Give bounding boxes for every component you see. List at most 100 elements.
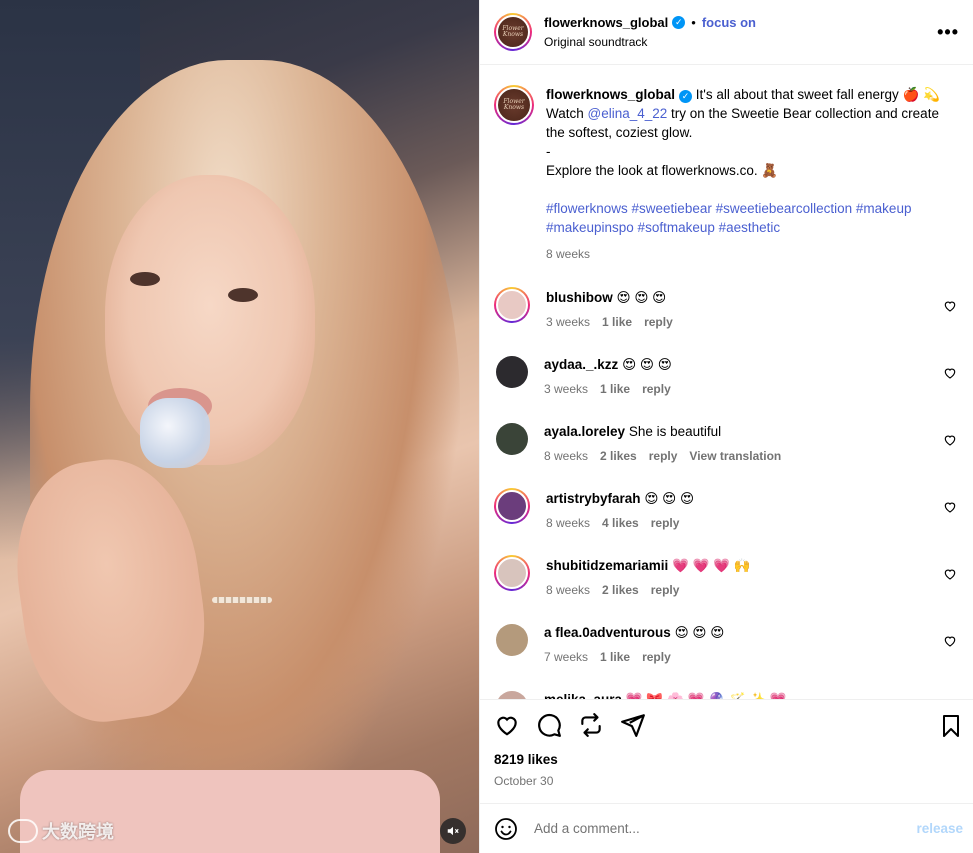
- video-subject-eye: [228, 288, 258, 302]
- video-subject-necklace: [212, 597, 272, 603]
- comment-likes-count[interactable]: 1 like: [600, 650, 630, 664]
- caption-username[interactable]: flowerknows_global: [546, 87, 675, 102]
- comment-text: 💗 🎀 🌸 💗 🔮 🪄 ✨ 💗: [626, 692, 787, 699]
- video-subject-eye: [130, 272, 160, 286]
- video-subject-face: [105, 175, 315, 465]
- caption-timestamp[interactable]: 8 weeks: [546, 245, 956, 264]
- post-date: October 30: [494, 774, 554, 788]
- comment-like-heart-icon[interactable]: [943, 634, 957, 648]
- comment-row: blushibow 😍 😍 😍 3 weeks 1 like reply: [494, 272, 959, 339]
- comment-text: She is beautiful: [628, 424, 722, 439]
- comment-timestamp[interactable]: 8 weeks: [544, 449, 588, 463]
- watermark: 大数跨境: [8, 818, 114, 844]
- comment-timestamp[interactable]: 8 weeks: [546, 583, 590, 597]
- audio-link[interactable]: Original soundtrack: [544, 35, 756, 49]
- comment-timestamp[interactable]: 7 weeks: [544, 650, 588, 664]
- comment-bubble-icon[interactable]: [536, 712, 562, 738]
- save-bookmark-icon[interactable]: [939, 714, 963, 738]
- caption-separator: -: [546, 144, 551, 159]
- commenter-avatar[interactable]: [496, 356, 528, 388]
- comment-like-heart-icon[interactable]: [943, 299, 957, 313]
- comment-like-heart-icon[interactable]: [943, 433, 957, 447]
- comment-text: 😍 😍 😍: [674, 625, 725, 640]
- comment-username[interactable]: melika_aura: [544, 692, 622, 699]
- caption-text: It's all about that sweet fall energy 🍎 …: [692, 87, 940, 102]
- comment-username[interactable]: aydaa._.kzz: [544, 357, 618, 372]
- repost-icon[interactable]: [578, 712, 604, 738]
- watermark-logo-icon: [8, 819, 38, 843]
- comment-likes-count[interactable]: 4 likes: [602, 516, 639, 530]
- caption-text: Explore the look at flowerknows.co. 🧸: [546, 163, 779, 178]
- emoji-picker-icon[interactable]: [494, 817, 518, 841]
- comment-username[interactable]: a flea.0adventurous: [544, 625, 671, 640]
- hashtags[interactable]: #makeupinspo #softmakeup #aesthetic: [546, 218, 956, 237]
- comment-likes-count[interactable]: 2 likes: [600, 449, 637, 463]
- commenter-avatar[interactable]: [496, 624, 528, 656]
- comment-reply-button[interactable]: reply: [642, 650, 671, 664]
- caption-author-avatar[interactable]: Flower Knows: [494, 85, 534, 125]
- comment-row: shubitidzemariamii 💗 💗 💗 🙌 8 weeks 2 likes…: [494, 540, 959, 607]
- separator-dot: •: [691, 15, 696, 30]
- comment-username[interactable]: blushibow: [546, 290, 613, 305]
- verified-badge-icon: ✓: [672, 16, 686, 29]
- comment-like-heart-icon[interactable]: [943, 567, 957, 581]
- comment-timestamp[interactable]: 3 weeks: [544, 382, 588, 396]
- speaker-muted-icon: [447, 826, 459, 836]
- commenter-avatar[interactable]: [496, 423, 528, 455]
- comment-timestamp[interactable]: 3 weeks: [546, 315, 590, 329]
- comment-reply-button[interactable]: reply: [651, 516, 680, 530]
- avatar-logo-text: Flower Knows: [503, 98, 525, 111]
- comment-text: 😍 😍 😍: [622, 357, 672, 372]
- comment-text: 💗 💗 💗 🙌: [672, 558, 751, 573]
- post-viewer: 大数跨境 Flower Knows flowerknows_global ✓ •…: [0, 0, 973, 853]
- post-header: Flower Knows flowerknows_global ✓ • focu…: [480, 0, 973, 65]
- comment-row: aydaa._.kzz 😍 😍 😍 3 weeks 1 like reply: [494, 339, 959, 406]
- comments-list[interactable]: Flower Knows flowerknows_global ✓ It's al…: [480, 65, 973, 699]
- comment-timestamp[interactable]: 8 weeks: [546, 516, 590, 530]
- comment-likes-count[interactable]: 1 like: [600, 382, 630, 396]
- view-translation-button[interactable]: View translation: [689, 449, 781, 463]
- post-details-panel: Flower Knows flowerknows_global ✓ • focu…: [479, 0, 973, 853]
- comment-username[interactable]: artistrybyfarah: [546, 491, 641, 506]
- author-avatar[interactable]: Flower Knows: [494, 13, 532, 51]
- avatar-logo-text: Flower Knows: [502, 25, 524, 38]
- more-options-button[interactable]: •••: [937, 22, 959, 43]
- comment-text: 😍 😍 😍: [644, 491, 695, 506]
- hashtags[interactable]: #flowerknows #sweetiebear #sweetiebearco…: [546, 199, 956, 218]
- likes-count[interactable]: 8219 likes: [494, 752, 959, 767]
- caption-text: Watch: [546, 106, 588, 121]
- commenter-avatar[interactable]: [494, 287, 530, 323]
- author-username[interactable]: flowerknows_global: [544, 15, 668, 30]
- share-send-icon[interactable]: [620, 712, 646, 738]
- comment-like-heart-icon[interactable]: [943, 500, 957, 514]
- commenter-avatar[interactable]: [496, 691, 528, 699]
- comment-row: melika_aura 💗 🎀 🌸 💗 🔮 🪄 ✨ 💗: [494, 674, 959, 699]
- comment-likes-count[interactable]: 1 like: [602, 315, 632, 329]
- comment-username[interactable]: ayala.loreley: [544, 424, 625, 439]
- mute-button[interactable]: [440, 818, 466, 844]
- comment-row: artistrybyfarah 😍 😍 😍 8 weeks 4 likes reply: [494, 473, 959, 540]
- like-heart-icon[interactable]: [494, 712, 520, 738]
- comment-username[interactable]: shubitidzemariamii: [546, 558, 668, 573]
- comment-reply-button[interactable]: reply: [649, 449, 678, 463]
- comment-reply-button[interactable]: reply: [644, 315, 673, 329]
- comment-input[interactable]: [534, 821, 894, 836]
- watermark-text: 大数跨境: [42, 822, 114, 842]
- comment-row: ayala.loreley She is beautiful 8 weeks 2 l…: [494, 406, 959, 473]
- comment-likes-count[interactable]: 2 likes: [602, 583, 639, 597]
- post-video[interactable]: 大数跨境: [0, 0, 479, 853]
- comment-reply-button[interactable]: reply: [651, 583, 680, 597]
- post-comment-button[interactable]: release: [916, 821, 963, 836]
- mention-link[interactable]: @elina_4_22: [588, 106, 668, 121]
- makeup-puff: [140, 398, 210, 468]
- comment-like-heart-icon[interactable]: [943, 366, 957, 380]
- commenter-avatar[interactable]: [494, 488, 530, 524]
- comment-row: a flea.0adventurous 😍 😍 😍 7 weeks 1 like re…: [494, 607, 959, 674]
- comment-reply-button[interactable]: reply: [642, 382, 671, 396]
- post-actions: 8219 likes October 30: [480, 699, 973, 803]
- verified-badge-icon: ✓: [679, 90, 693, 103]
- commenter-avatar[interactable]: [494, 555, 530, 591]
- follow-button[interactable]: focus on: [702, 15, 756, 30]
- post-caption: Flower Knows flowerknows_global ✓ It's al…: [494, 65, 959, 264]
- comment-text: 😍 😍 😍: [616, 290, 667, 305]
